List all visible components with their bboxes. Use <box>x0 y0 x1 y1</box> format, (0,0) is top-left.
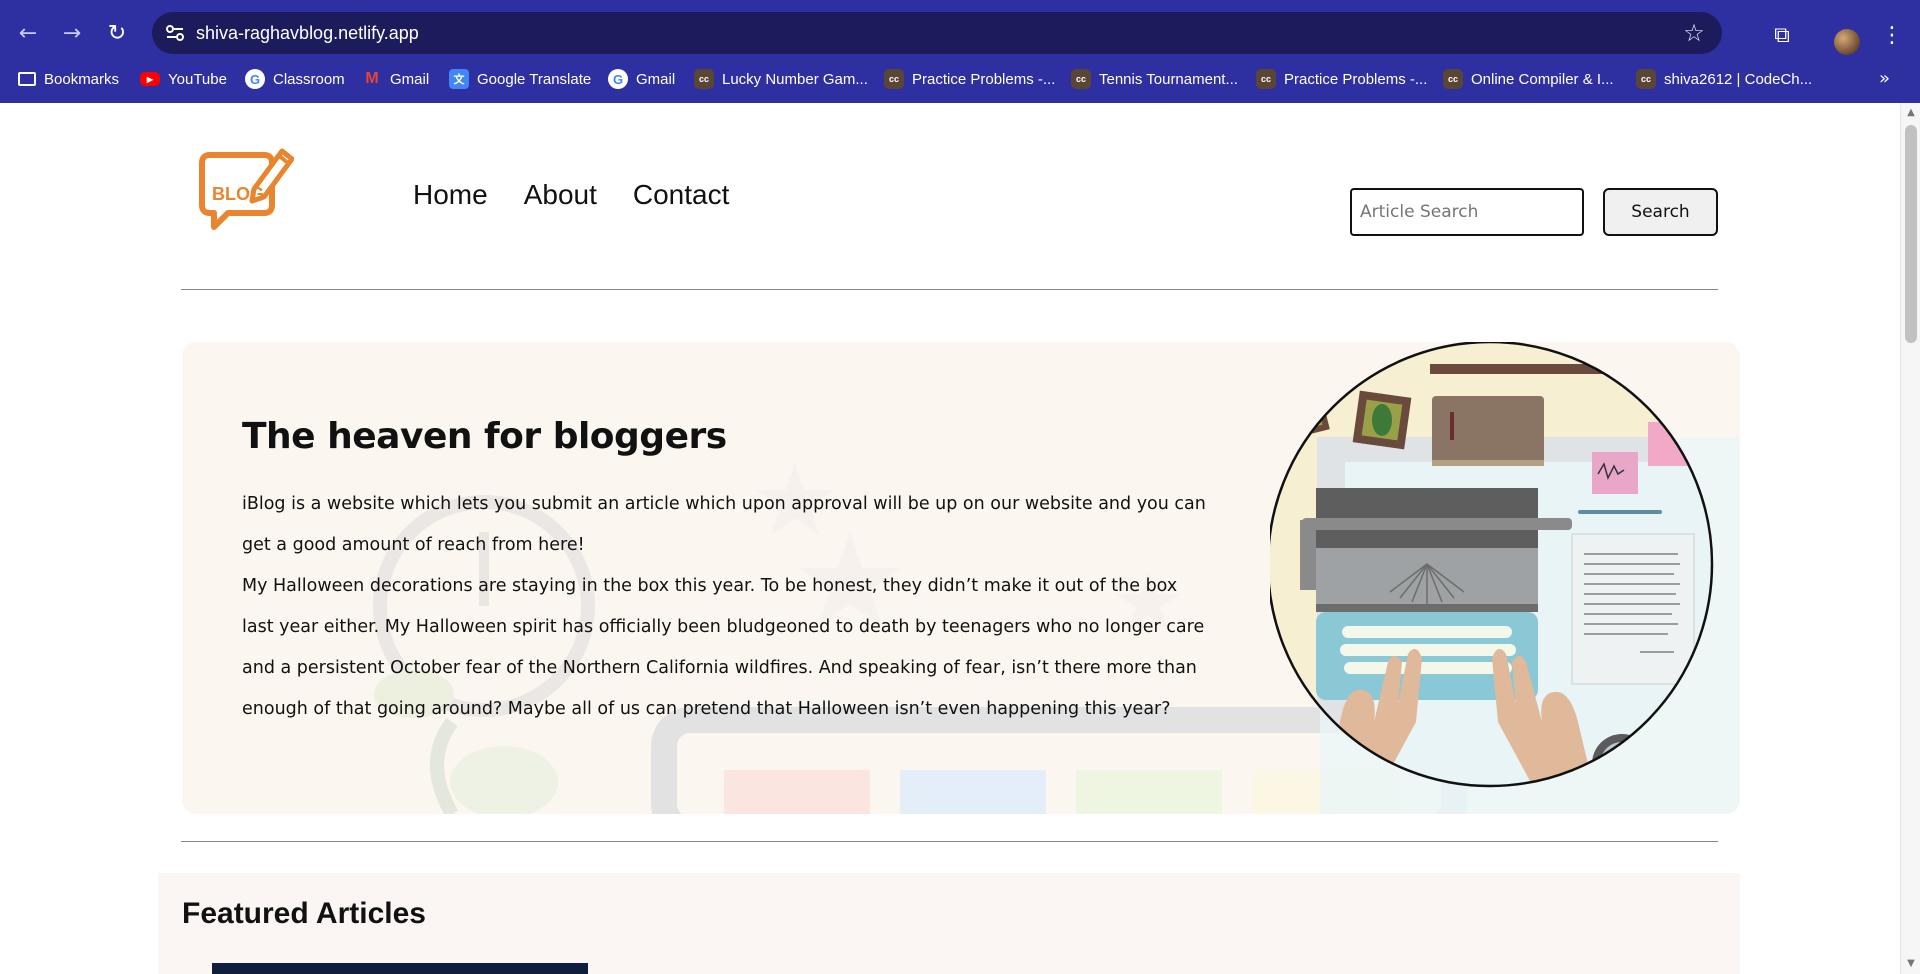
bookmark-item[interactable]: cc shiva2612 | CodeCh... <box>1636 64 1812 94</box>
bookmark-item[interactable]: G Gmail <box>608 64 675 94</box>
site-settings-icon[interactable] <box>164 22 186 44</box>
bookmark-label: Google Translate <box>477 70 592 88</box>
google-icon: G <box>608 69 628 89</box>
bookmark-label: Practice Problems -... <box>912 70 1056 88</box>
bookmark-item[interactable]: cc Tennis Tournament... <box>1071 64 1238 94</box>
codechef-icon: cc <box>1443 69 1463 89</box>
bookmark-label: Classroom <box>273 70 345 88</box>
web-page: BLOG Home About Contact Search The heave… <box>0 103 1900 974</box>
hero-description: iBlog is a website which lets you submit… <box>242 484 1212 730</box>
bookmark-item[interactable]: ▶ YouTube <box>140 64 227 94</box>
forward-button[interactable]: → <box>58 20 86 48</box>
bookmark-label: shiva2612 | CodeCh... <box>1664 70 1813 88</box>
gmail-icon: M <box>365 70 379 87</box>
menu-icon[interactable]: ⋮ <box>1878 22 1906 50</box>
bookmark-item[interactable]: cc Practice Problems -... <box>1256 64 1427 94</box>
url-text[interactable]: shiva-raghavblog.netlify.app <box>196 12 419 54</box>
nav-home[interactable]: Home <box>413 179 488 211</box>
scroll-down-icon[interactable]: ▼ <box>1905 958 1917 970</box>
bookmark-item[interactable]: cc Practice Problems -... <box>884 64 1055 94</box>
extensions-icon[interactable]: ⧉ <box>1768 22 1796 50</box>
hero-paragraph: My Halloween decorations are staying in … <box>242 576 1205 719</box>
youtube-icon: ▶ <box>140 72 160 86</box>
bookmark-item[interactable]: cc Lucky Number Gam... <box>694 64 868 94</box>
featured-articles-title: Featured Articles <box>182 897 426 930</box>
divider <box>181 289 1718 290</box>
bookmark-label: Lucky Number Gam... <box>722 70 868 88</box>
hero-paragraph: iBlog is a website which lets you submit… <box>242 494 1206 555</box>
codechef-icon: cc <box>1071 69 1091 89</box>
back-button[interactable]: ← <box>14 20 42 48</box>
typewriter-illustration <box>1270 342 1740 814</box>
codechef-icon: cc <box>884 69 904 89</box>
featured-articles-section: Featured Articles <box>158 873 1740 974</box>
search-button[interactable]: Search <box>1603 188 1718 236</box>
google-translate-icon: 文 <box>449 69 469 89</box>
bookmark-item[interactable]: G Classroom <box>245 64 345 94</box>
bookmark-label: Tennis Tournament... <box>1099 70 1238 88</box>
reload-button[interactable]: ↻ <box>103 20 131 48</box>
scroll-up-icon[interactable]: ▲ <box>1905 107 1917 119</box>
bookmark-item[interactable]: M Gmail <box>362 64 429 94</box>
blog-logo[interactable]: BLOG <box>194 141 294 241</box>
svg-text:BLOG: BLOG <box>212 184 264 204</box>
bookmark-label: Bookmarks <box>44 70 120 88</box>
bookmark-label: Online Compiler & I... <box>1471 70 1614 88</box>
bookmark-label: YouTube <box>168 70 227 88</box>
bookmark-item[interactable]: Bookmarks <box>18 64 119 94</box>
browser-toolbar: ← → ↻ shiva-raghavblog.netlify.app ☆ ⧉ ⋮ <box>0 10 1920 55</box>
bookmark-label: Practice Problems -... <box>1284 70 1428 88</box>
hero-banner: The heaven for bloggers iBlog is a websi… <box>182 342 1740 814</box>
article-card[interactable] <box>212 963 588 974</box>
codechef-icon: cc <box>1636 69 1656 89</box>
bookmark-star-icon[interactable]: ☆ <box>1680 19 1708 47</box>
bookmark-label: Gmail <box>390 70 430 88</box>
scrollbar-thumb[interactable] <box>1905 125 1917 343</box>
codechef-icon: cc <box>694 69 714 89</box>
main-nav: Home About Contact <box>413 179 729 211</box>
browser-chrome: ← → ↻ shiva-raghavblog.netlify.app ☆ ⧉ ⋮… <box>0 0 1920 103</box>
bookmark-label: Gmail <box>636 70 676 88</box>
more-bookmarks-icon[interactable]: » <box>1879 64 1890 94</box>
bookmarks-bar: Bookmarks ▶ YouTube G Classroom M Gmail … <box>0 64 1920 94</box>
divider <box>181 841 1718 842</box>
codechef-icon: cc <box>1256 69 1276 89</box>
folder-icon <box>18 72 36 86</box>
nav-about[interactable]: About <box>524 179 597 211</box>
bookmark-item[interactable]: cc Online Compiler & I... <box>1443 64 1614 94</box>
article-search-input[interactable] <box>1350 188 1584 236</box>
hero-title: The heaven for bloggers <box>242 416 727 457</box>
address-bar[interactable]: shiva-raghavblog.netlify.app ☆ <box>152 12 1722 54</box>
nav-contact[interactable]: Contact <box>633 179 730 211</box>
page-scrollbar[interactable]: ▲ ▼ <box>1900 103 1920 974</box>
bookmark-item[interactable]: 文 Google Translate <box>449 64 591 94</box>
google-icon: G <box>245 69 265 89</box>
profile-avatar[interactable] <box>1834 29 1860 55</box>
